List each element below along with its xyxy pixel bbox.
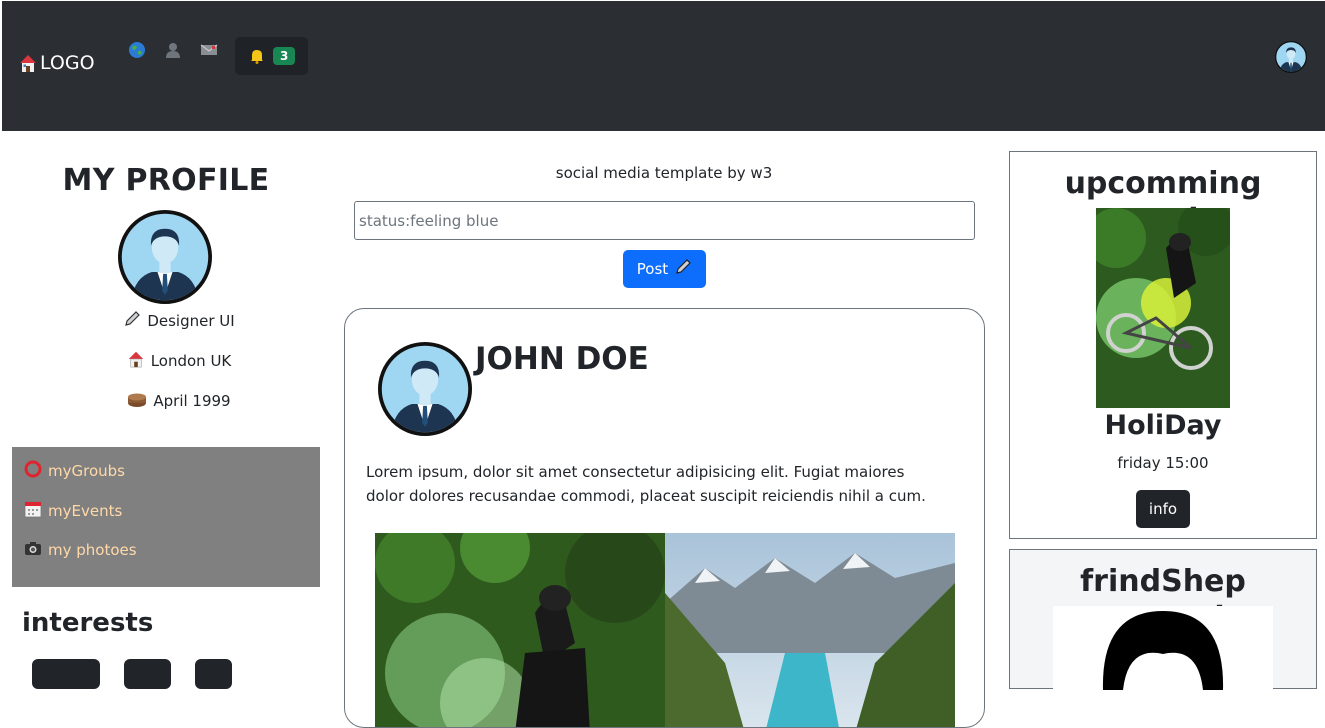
notifications-badge: 3	[273, 47, 296, 65]
circle-icon	[24, 460, 42, 482]
template-caption: social media template by w3	[555, 164, 773, 182]
friend-request-avatar[interactable]	[1053, 606, 1273, 690]
event-info-button[interactable]: info	[1136, 490, 1190, 528]
post-author-name[interactable]: JOHN DOE	[475, 341, 649, 377]
interest-tag[interactable]	[195, 659, 232, 689]
pencil-icon	[123, 310, 141, 332]
profile-birthday-text: April 1999	[153, 392, 231, 410]
post-card: JOHN DOE Lorem ipsum, dolor sit amet con…	[344, 308, 985, 728]
post-author-avatar[interactable]	[378, 342, 472, 436]
globe-icon[interactable]	[127, 40, 147, 60]
menu-item-groups[interactable]: myGroubs	[24, 460, 125, 482]
bell-icon	[249, 48, 265, 64]
calendar-icon	[24, 500, 42, 522]
post-button[interactable]: Post	[623, 250, 706, 288]
side-menu: myGroubs myEvents my photoes	[12, 447, 320, 587]
top-navbar: LOGO 3	[2, 1, 1325, 131]
camera-icon	[24, 540, 42, 560]
interest-tag[interactable]	[124, 659, 171, 689]
menu-item-events[interactable]: myEvents	[24, 500, 122, 522]
status-input[interactable]	[354, 201, 975, 240]
profile-location-text: London UK	[150, 352, 232, 370]
notifications-button[interactable]: 3	[235, 37, 308, 75]
home-icon	[18, 53, 38, 73]
menu-item-label: myGroubs	[48, 462, 125, 480]
menu-item-label: my photoes	[48, 541, 137, 559]
nav-avatar[interactable]	[1275, 41, 1307, 73]
menu-item-photos[interactable]: my photoes	[24, 540, 137, 560]
post-button-label: Post	[636, 260, 669, 278]
post-text: Lorem ipsum, dolor sit amet consectetur …	[366, 463, 926, 505]
logo-label: LOGO	[40, 52, 95, 74]
logo-link[interactable]: LOGO	[18, 52, 95, 74]
profile-location: London UK	[12, 350, 346, 372]
event-name: HoliDay	[1104, 410, 1222, 441]
post-photo-bike[interactable]	[375, 513, 665, 727]
home-icon	[127, 350, 145, 372]
event-photo[interactable]	[1086, 200, 1234, 408]
interests-title: interests	[22, 608, 154, 638]
mail-icon[interactable]	[199, 40, 219, 60]
post-photo-mountain[interactable]	[665, 533, 955, 727]
profile-title: MY PROFILE	[62, 163, 270, 198]
profile-job: Designer UI	[12, 310, 346, 332]
cake-icon	[127, 390, 147, 412]
profile-birthday: April 1999	[12, 390, 346, 412]
profile-job-text: Designer UI	[147, 312, 235, 330]
events-card: upcomming events HoliDay friday 15:00 in…	[1009, 151, 1317, 539]
interest-tag[interactable]	[32, 659, 100, 689]
friend-request-card: frindShep request	[1009, 549, 1317, 690]
profile-avatar	[118, 210, 212, 304]
pencil-icon	[674, 258, 692, 280]
user-icon[interactable]	[163, 40, 183, 60]
menu-item-label: myEvents	[48, 502, 123, 520]
event-time: friday 15:00	[1117, 454, 1209, 472]
